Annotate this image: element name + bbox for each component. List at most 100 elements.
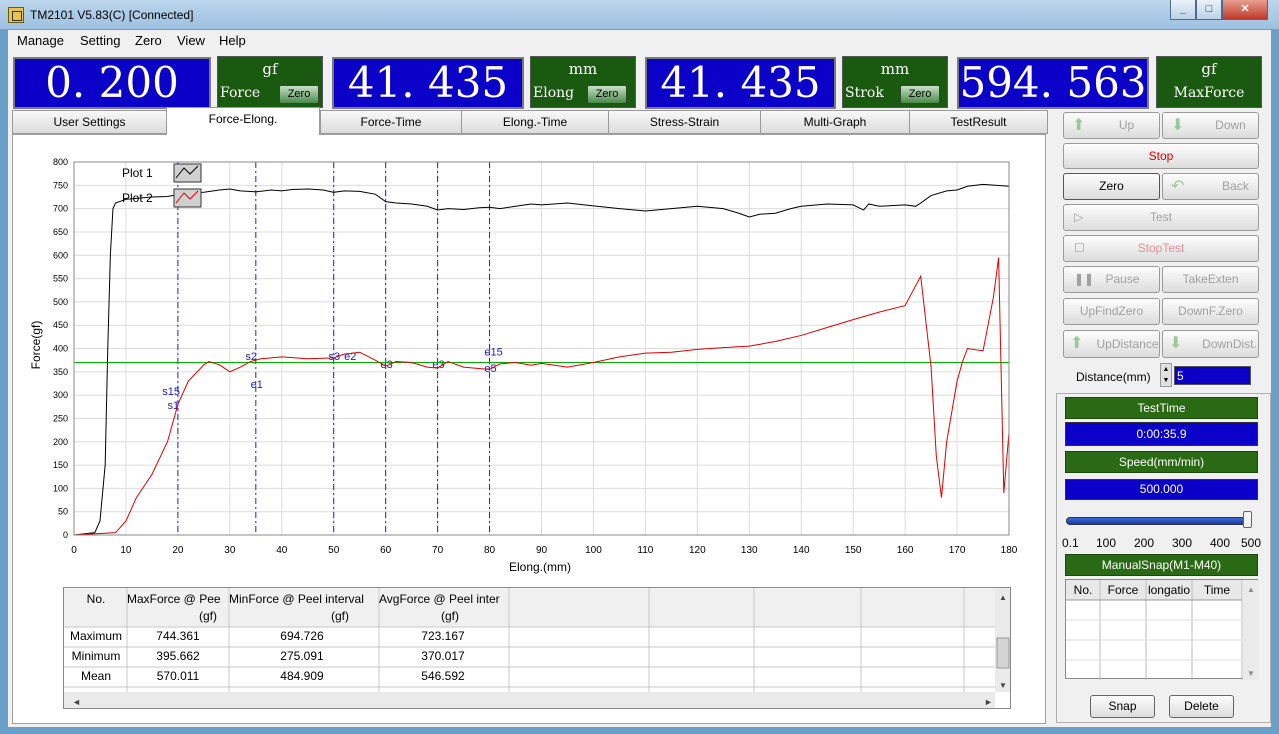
menu-manage[interactable]: Manage	[17, 33, 64, 48]
elong-display: 41. 435	[332, 57, 524, 109]
snap-col-force: Force	[1108, 583, 1139, 597]
svg-text:723.167: 723.167	[421, 629, 465, 643]
col-header-no: No.	[87, 592, 106, 606]
x-tick-label: 170	[949, 545, 966, 556]
speed-value: 500.000	[1065, 479, 1258, 500]
strok-label: Strok	[845, 85, 884, 101]
strok-display: 41. 435	[645, 57, 836, 109]
tab-force-elong[interactable]: Force-Elong.	[166, 107, 320, 135]
y-tick-label: 650	[53, 227, 68, 237]
pause-button[interactable]: ❚❚ Pause	[1063, 266, 1160, 293]
tab-user-settings[interactable]: User Settings	[12, 110, 167, 134]
tab-multi-graph[interactable]: Multi-Graph	[760, 110, 910, 134]
delete-button[interactable]: Delete	[1169, 695, 1234, 718]
strok-unit: mm	[880, 60, 910, 78]
force-label: Force	[220, 85, 261, 101]
x-tick-label: 40	[276, 545, 288, 556]
downdist-button[interactable]: ⬇ DownDist.	[1162, 330, 1259, 358]
y-tick-label: 300	[53, 390, 68, 400]
zero-button[interactable]: Zero	[1063, 173, 1160, 200]
maximize-button[interactable]: □	[1196, 0, 1222, 20]
x-tick-label: 60	[380, 545, 392, 556]
up-button[interactable]: ⬆ Up	[1063, 112, 1160, 139]
x-tick-label: 130	[741, 545, 758, 556]
tab-test-result[interactable]: TestResult	[909, 110, 1048, 134]
x-tick-label: 70	[432, 545, 444, 556]
scroll-up-arrow: ▲	[999, 593, 1007, 602]
results-table: No. MaxForce @ Pee (gf) MinForce @ Peel …	[63, 587, 1011, 709]
strok-zero-button[interactable]: Zero	[900, 85, 940, 104]
x-tick-label: 120	[689, 545, 706, 556]
elong-unit-box: mm Elong Zero	[530, 56, 636, 108]
force-zero-button[interactable]: Zero	[279, 85, 319, 104]
chart-ticks: 0 10 20 30 40 50 60 70 80 90 100 110 120 130 140 150 160…	[53, 157, 1018, 556]
distance-spinner[interactable]: ▲ ▼	[1160, 363, 1172, 387]
play-icon: ▷	[1074, 210, 1084, 224]
y-tick-label: 50	[58, 507, 68, 517]
chart-grid	[73, 161, 1010, 536]
y-tick-label: 350	[53, 367, 68, 377]
down-arrow-icon: ⬇	[1171, 117, 1185, 134]
force-elong-chart: 0 10 20 30 40 50 60 70 80 90 100 110 120 130 140 150 160…	[29, 157, 1018, 574]
elong-zero-button[interactable]: Zero	[587, 85, 627, 104]
testtime-value: 0:00:35.9	[1065, 422, 1258, 446]
y-tick-label: 800	[53, 157, 68, 167]
col-header-maxforce-unit: (gf)	[199, 609, 217, 623]
legend-plot-1: Plot 1	[122, 166, 153, 180]
svg-text:694.726: 694.726	[280, 629, 324, 643]
menu-help[interactable]: Help	[219, 33, 246, 48]
menu-setting[interactable]: Setting	[80, 33, 120, 48]
down-button[interactable]: ⬇ Down	[1162, 112, 1259, 139]
svg-text:275.091: 275.091	[280, 649, 324, 663]
minimize-button[interactable]: _	[1170, 0, 1196, 20]
speed-label: Speed(mm/min)	[1065, 451, 1258, 473]
takeexten-button[interactable]: TakeExten	[1162, 266, 1259, 293]
distance-input[interactable]	[1174, 366, 1251, 385]
y-tick-label: 600	[53, 250, 68, 260]
y-tick-label: 150	[53, 460, 68, 470]
maxforce-unit-box: gf MaxForce	[1156, 56, 1262, 108]
manualsnap-label: ManualSnap(M1-M40)	[1065, 554, 1258, 576]
scroll-left-arrow: ◄	[72, 697, 81, 707]
stop-button[interactable]: Stop	[1063, 143, 1259, 169]
maxforce-label: MaxForce	[1173, 85, 1245, 101]
x-tick-label: 140	[793, 545, 810, 556]
svg-text:744.361: 744.361	[156, 629, 200, 643]
distance-label: Distance(mm)	[1076, 370, 1151, 384]
marker-label: e15	[484, 346, 502, 358]
up-arrow-icon: ⬆	[1072, 117, 1086, 134]
downfzero-button[interactable]: DownF.Zero	[1162, 298, 1259, 325]
app-icon	[8, 7, 24, 23]
table-vscroll-thumb	[996, 637, 1010, 669]
menu-view[interactable]: View	[177, 33, 205, 48]
tab-force-time[interactable]: Force-Time	[320, 110, 462, 134]
y-tick-label: 450	[53, 320, 68, 330]
test-button[interactable]: ▷ Test	[1063, 204, 1259, 231]
upfindzero-button[interactable]: UpFindZero	[1063, 298, 1160, 325]
force-unit-box: gf Force Zero	[217, 56, 323, 108]
slider-scale: 0.1 100 200 300 400 500	[1062, 536, 1262, 550]
table-row: Maximum 744.361 694.726 723.167	[70, 629, 465, 643]
speed-slider[interactable]	[1066, 517, 1252, 525]
x-tick-label: 50	[328, 545, 340, 556]
y-tick-label: 700	[53, 204, 68, 214]
x-tick-label: 0	[71, 545, 77, 556]
stoptest-button[interactable]: ☐ StopTest	[1063, 235, 1259, 262]
x-tick-label: 80	[484, 545, 496, 556]
y-axis-label: Force(gf)	[29, 321, 43, 370]
table-hscrollbar	[64, 692, 995, 708]
col-header-avgforce-unit: (gf)	[441, 609, 459, 623]
menu-zero[interactable]: Zero	[135, 33, 162, 48]
snap-table: No. Force longatio Time ▲ ▼	[1065, 579, 1259, 680]
y-tick-label: 750	[53, 180, 68, 190]
up-arrow-icon: ⬆	[1070, 335, 1084, 352]
tab-elong-time[interactable]: Elong.-Time	[461, 110, 609, 134]
y-tick-label: 500	[53, 297, 68, 307]
back-button[interactable]: ↶ Back	[1162, 173, 1259, 200]
stop-square-icon: ☐	[1074, 241, 1085, 255]
speed-slider-thumb[interactable]	[1243, 511, 1252, 528]
snap-button[interactable]: Snap	[1090, 695, 1155, 718]
updistance-button[interactable]: ⬆ UpDistance	[1063, 330, 1160, 358]
tab-stress-strain[interactable]: Stress-Strain	[608, 110, 761, 134]
close-button[interactable]: ✕	[1222, 0, 1268, 20]
